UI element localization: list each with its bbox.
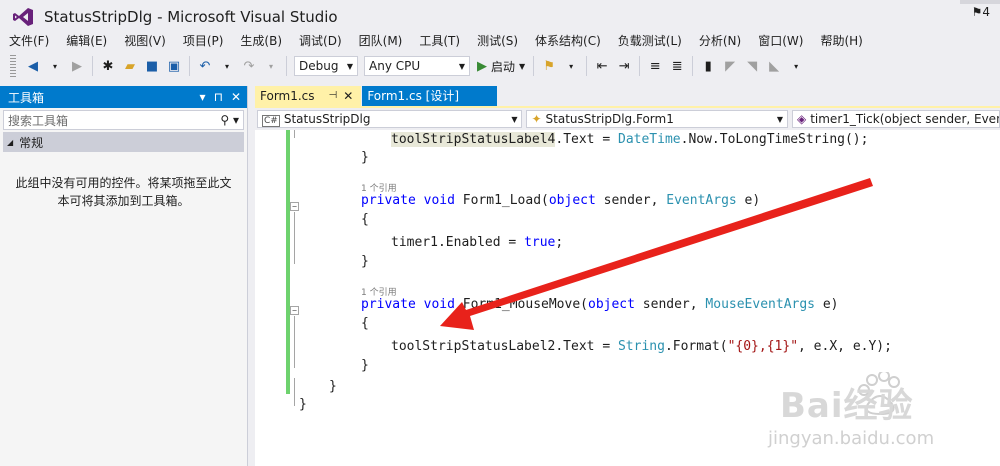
watermark-brand: Bai经验 [780, 386, 914, 426]
annotation-arrow-shape [440, 178, 873, 330]
baidu-watermark: Bai经验 jingyan.baidu.com [768, 372, 1000, 466]
watermark-url: jingyan.baidu.com [768, 428, 935, 449]
